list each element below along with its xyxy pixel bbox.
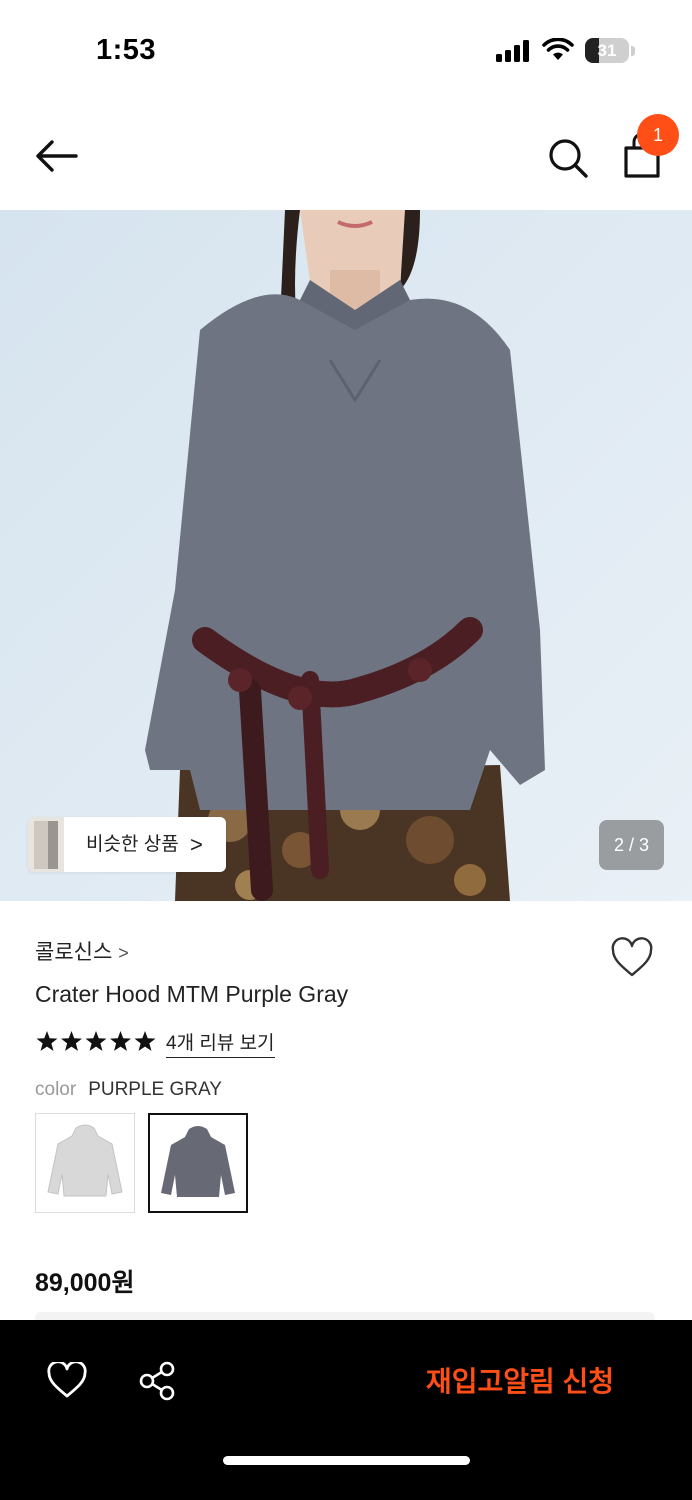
color-value: PURPLE GRAY: [88, 1079, 222, 1100]
bottom-action-bar: 재입고알림 신청: [0, 1320, 692, 1500]
purple-gray-hoodie-thumbnail: [161, 1126, 235, 1197]
review-link[interactable]: 4개 리뷰 보기: [166, 1028, 275, 1058]
model-photo: [0, 210, 692, 901]
light-gray-hoodie-thumbnail: [47, 1124, 123, 1197]
restock-alert-button[interactable]: 재입고알림 신청: [400, 1356, 640, 1408]
color-row: color PURPLE GRAY: [35, 1079, 222, 1101]
image-page-indicator: 2 / 3: [599, 820, 664, 870]
top-nav: [0, 100, 692, 210]
status-bar: 1:53 31: [0, 0, 692, 100]
brand-link[interactable]: 콜로신스 >: [35, 936, 129, 966]
cart-count-badge[interactable]: 1: [637, 114, 679, 156]
battery-cap: [631, 46, 635, 56]
star-icon: [110, 1031, 131, 1051]
signal-icon: [496, 40, 529, 62]
star-icon: [36, 1031, 58, 1051]
star-rating: [36, 1031, 156, 1051]
star-icon: [61, 1031, 82, 1051]
product-price: 89,000원: [35, 1269, 135, 1297]
home-indicator: [223, 1456, 470, 1465]
share-icon[interactable]: [136, 1360, 178, 1402]
product-image[interactable]: [0, 210, 692, 901]
similar-product-thumbnail: [28, 817, 64, 872]
wifi-icon: [542, 38, 574, 60]
heart-icon[interactable]: [610, 937, 654, 979]
color-swatch-light-gray[interactable]: [35, 1113, 135, 1213]
chevron-right-icon: >: [118, 943, 129, 963]
star-icon: [134, 1031, 156, 1051]
chevron-right-icon: >: [190, 832, 203, 857]
similar-products-label: 비슷한 상품: [86, 834, 179, 855]
battery-body: 31: [585, 38, 629, 63]
star-icon: [85, 1031, 107, 1051]
search-icon[interactable]: [544, 134, 592, 182]
heart-icon[interactable]: [46, 1362, 88, 1400]
color-key: color: [35, 1079, 77, 1100]
similar-products-button[interactable]: 비슷한 상품 >: [28, 817, 226, 872]
color-swatch-purple-gray[interactable]: [148, 1113, 248, 1213]
battery-icon: 31: [585, 38, 635, 64]
status-time: 1:53: [96, 34, 157, 66]
product-name: Crater Hood MTM Purple Gray: [35, 981, 349, 1007]
arrow-left-icon[interactable]: [30, 136, 82, 176]
battery-level: 31: [597, 41, 617, 60]
brand-name: 콜로신스: [35, 941, 113, 964]
